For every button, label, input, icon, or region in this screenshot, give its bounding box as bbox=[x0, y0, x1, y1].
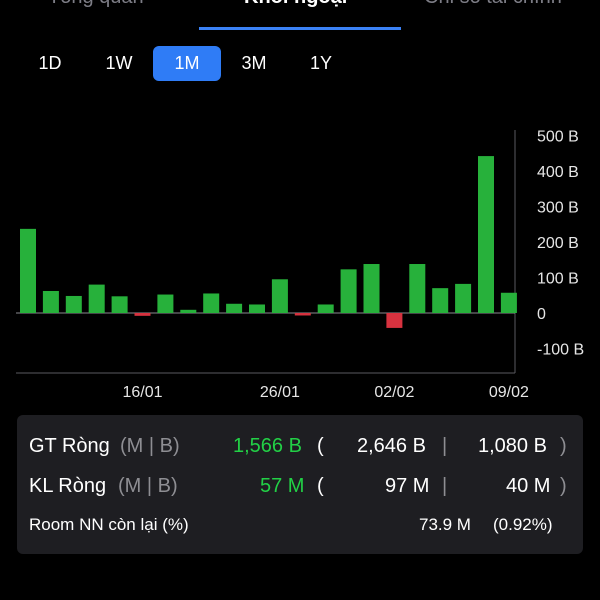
chart-bar bbox=[203, 293, 220, 313]
net-volume-unit: (M | B) bbox=[118, 475, 178, 497]
buy-value: 2,646 B bbox=[357, 435, 426, 457]
foreign-room-percent: (0.92%) bbox=[493, 515, 553, 534]
foreign-room-row: Room NN còn lại (%) 73.9 M (0.92%) bbox=[17, 515, 583, 545]
tab-foreign-investors[interactable]: Khối ngoại bbox=[244, 0, 347, 9]
net-value-row: GT Ròng (M | B) 1,566 B ( 2,646 B | 1,08… bbox=[17, 435, 583, 465]
y-tick-label: 300 B bbox=[537, 200, 579, 217]
chart-bar bbox=[226, 303, 243, 313]
chart-bar bbox=[249, 304, 265, 313]
range-1w-button[interactable]: 1W bbox=[93, 46, 145, 81]
net-volume-separator: | bbox=[442, 475, 448, 497]
net-value-unit: (M | B) bbox=[120, 435, 180, 457]
chart-bar bbox=[478, 156, 494, 313]
tab-overview[interactable]: Tổng quan bbox=[48, 0, 144, 9]
net-volume: 57 M bbox=[260, 475, 305, 497]
net-volume-close-paren: ) bbox=[560, 475, 567, 497]
chart-bar bbox=[42, 290, 59, 313]
chart-bar bbox=[180, 309, 197, 313]
chart-bar bbox=[271, 279, 288, 313]
net-volume-row: KL Ròng (M | B) 57 M ( 97 M | 40 M ) bbox=[17, 475, 583, 505]
sell-volume: 40 M bbox=[506, 475, 551, 497]
net-value-open-paren: ( bbox=[317, 435, 324, 457]
y-tick-label: -100 B bbox=[537, 342, 584, 359]
y-tick-label: 200 B bbox=[537, 235, 579, 252]
range-1y-button[interactable]: 1Y bbox=[296, 46, 346, 81]
tab-bar: Tổng quan Khối ngoại Chỉ số tài chính bbox=[0, 0, 600, 30]
foreign-room-value: 73.9 M bbox=[419, 515, 471, 534]
net-value-separator: | bbox=[442, 435, 448, 457]
x-tick-label: 16/01 bbox=[122, 384, 162, 401]
chart-bar bbox=[340, 269, 357, 313]
x-tick-label: 02/02 bbox=[374, 384, 414, 401]
range-3m-button[interactable]: 3M bbox=[228, 46, 280, 81]
chart-bar bbox=[134, 313, 151, 316]
chart-bar bbox=[20, 228, 36, 313]
y-tick-label: 500 B bbox=[537, 129, 579, 146]
x-tick-label: 26/01 bbox=[260, 384, 300, 401]
x-tick-label: 09/02 bbox=[489, 384, 529, 401]
net-value: 1,566 B bbox=[233, 435, 302, 457]
foreign-room-label: Room NN còn lại (%) bbox=[29, 515, 189, 534]
chart-bar bbox=[432, 288, 449, 313]
time-range-selector: 1D 1W 1M 3M 1Y bbox=[0, 46, 600, 82]
net-volume-open-paren: ( bbox=[317, 475, 324, 497]
chart-bar bbox=[65, 295, 82, 313]
chart-bar bbox=[157, 294, 174, 313]
y-tick-label: 100 B bbox=[537, 271, 579, 288]
chart-bar bbox=[294, 313, 311, 316]
chart-bar bbox=[317, 304, 334, 313]
net-value-label: GT Ròng bbox=[29, 435, 110, 457]
buy-volume: 97 M bbox=[385, 475, 430, 497]
foreign-summary-panel: GT Ròng (M | B) 1,566 B ( 2,646 B | 1,08… bbox=[17, 415, 583, 554]
y-tick-label: 0 bbox=[537, 306, 546, 323]
sell-value: 1,080 B bbox=[478, 435, 547, 457]
net-volume-label: KL Ròng bbox=[29, 475, 107, 497]
chart-bar bbox=[500, 292, 517, 313]
chart-bar bbox=[111, 296, 128, 313]
chart-bar bbox=[363, 264, 380, 313]
range-1m-button[interactable]: 1M bbox=[153, 46, 221, 81]
net-value-close-paren: ) bbox=[560, 435, 567, 457]
tab-financial-ratios[interactable]: Chỉ số tài chính bbox=[424, 0, 562, 9]
chart-bar bbox=[88, 284, 105, 313]
range-1d-button[interactable]: 1D bbox=[25, 46, 75, 81]
chart-bar bbox=[386, 313, 403, 328]
y-tick-label: 400 B bbox=[537, 164, 579, 181]
chart-bar bbox=[409, 264, 426, 313]
foreign-net-flow-chart: 500 B 400 B 300 B 200 B 100 B 0 -100 B 16/01 26/… bbox=[16, 129, 584, 401]
chart-bar bbox=[455, 283, 472, 313]
active-tab-indicator bbox=[199, 27, 401, 30]
